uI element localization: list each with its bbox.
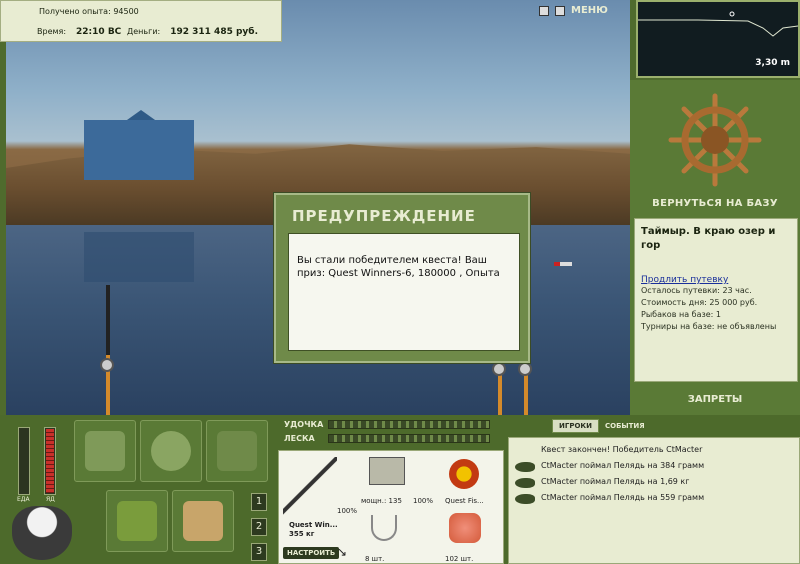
time-label: Время:	[37, 27, 67, 36]
house	[84, 120, 194, 180]
time-display: Время: 22:10 ВС	[37, 27, 121, 37]
player-info: Получено опыта: 94500 Время: 22:10 ВС Ден…	[0, 0, 282, 42]
bait-count: 102 шт.	[445, 555, 474, 563]
tools-icon	[217, 431, 257, 471]
reel-power: мощн.: 135	[361, 497, 402, 505]
hook-count: 8 шт.	[365, 555, 385, 563]
dialog-title: ПРЕДУПРЕЖДЕНИЕ	[292, 207, 476, 225]
page-2-button[interactable]: 2	[251, 518, 267, 536]
rod-name: Quest Win...	[289, 521, 338, 529]
inventory-basket-slot[interactable]	[106, 490, 168, 552]
depth-map: 3,30 m	[636, 0, 800, 78]
rod-weight: 355 кг	[289, 530, 315, 538]
fish-icon	[515, 494, 535, 504]
money-display: Деньги: 192 311 485 руб.	[127, 27, 258, 37]
poison-label: ЯД	[46, 496, 55, 503]
depth-value: 3,30 m	[755, 58, 790, 68]
base-info: Таймыр. В краю озер и гор Продлить путев…	[634, 218, 798, 382]
reel-icon[interactable]	[369, 457, 405, 485]
anglers-count: Рыбаков на базе: 1	[641, 310, 721, 319]
page-3-button[interactable]: 3	[251, 543, 267, 561]
bag-icon	[85, 431, 125, 471]
food-meter	[18, 427, 30, 495]
wooden-bucket-icon	[183, 501, 223, 541]
fishing-line-icon[interactable]	[449, 459, 479, 489]
float-icon[interactable]	[554, 262, 572, 266]
inventory-tools-slot[interactable]	[206, 420, 268, 482]
dialog-message: Вы стали победителем квеста! Ваш приз: Q…	[288, 233, 520, 351]
inventory-bucket-slot[interactable]	[172, 490, 234, 552]
line-label: ЛЕСКА	[284, 434, 315, 443]
reel-right	[518, 362, 532, 376]
setup-button[interactable]: НАСТРОИТЬ	[283, 547, 340, 559]
page-1-button[interactable]: 1	[251, 493, 267, 511]
trip-remaining: Осталось путевки: 23 час.	[641, 286, 752, 295]
xp-text: Получено опыта: 94500	[39, 7, 139, 16]
base-title: Таймыр. В краю озер и гор	[641, 226, 776, 251]
event-item: CtMacter поймал Пелядь на 384 грамм	[541, 461, 705, 470]
rod-icon[interactable]	[283, 457, 337, 517]
bait-icon[interactable]	[449, 513, 481, 543]
line-tension-bar	[328, 434, 490, 443]
money-label: Деньги:	[127, 27, 161, 36]
fish-icon	[515, 478, 535, 488]
event-item: CtMacter поймал Пелядь на 1,69 кг	[541, 477, 690, 486]
reel-middle	[492, 362, 506, 376]
tournaments: Турниры на базе: не объявлены	[641, 322, 777, 331]
events-log: Квест закончен! Победитель CtMacter CtMa…	[508, 437, 800, 564]
day-cost: Стоимость дня: 25 000 руб.	[641, 298, 758, 307]
fish-icon	[515, 462, 535, 472]
bans-button[interactable]: ЗАПРЕТЫ	[630, 394, 800, 405]
food-label: ЕДА	[17, 496, 30, 503]
line-name: Quest Fis...	[445, 497, 484, 505]
house-reflection	[84, 232, 194, 282]
warning-dialog[interactable]: ПРЕДУПРЕЖДЕНИЕ Вы стали победителем квес…	[274, 193, 530, 363]
extend-trip-link[interactable]: Продлить путевку	[641, 275, 791, 285]
pause-icon[interactable]	[539, 5, 549, 16]
inventory-sack-slot[interactable]	[140, 420, 202, 482]
money-value: 192 311 485 руб.	[170, 27, 258, 37]
resize-arrow-icon[interactable]: ↘	[337, 545, 347, 559]
vegetable-basket-icon	[117, 501, 157, 541]
cauldron-icon[interactable]	[12, 506, 72, 560]
event-tabs: ИГРОКИ СОБЫТИЯ	[552, 419, 652, 433]
top-controls: МЕНЮ	[539, 5, 623, 21]
event-item: Квест закончен! Победитель CtMacter	[541, 445, 703, 454]
rod-percent: 100%	[337, 507, 358, 515]
reel-left	[100, 358, 114, 372]
rod-status: УДОЧКА ЛЕСКА	[278, 418, 504, 448]
return-to-base-button[interactable]: ВЕРНУТЬСЯ НА БАЗУ	[630, 198, 800, 209]
reel-percent: 100%	[413, 497, 434, 505]
rod-tension-bar	[328, 420, 490, 429]
rod-label: УДОЧКА	[284, 420, 324, 429]
event-item: CtMacter поймал Пелядь на 559 грамм	[541, 493, 705, 502]
time-value: 22:10 ВС	[76, 27, 122, 37]
tab-players[interactable]: ИГРОКИ	[552, 419, 599, 433]
hook-icon[interactable]	[371, 515, 397, 541]
ship-wheel-icon[interactable]	[667, 92, 763, 188]
tab-events[interactable]: СОБЫТИЯ	[599, 420, 651, 432]
menu-button[interactable]: МЕНЮ	[571, 5, 608, 16]
sound-icon[interactable]	[555, 5, 565, 16]
fishing-rod-left-tip	[106, 285, 110, 355]
poison-meter	[44, 427, 56, 495]
gear-panel: Quest Win... 355 кг 100% НАСТРОИТЬ ↘ мощ…	[278, 450, 504, 564]
sack-icon	[151, 431, 191, 471]
inventory-bag-slot[interactable]	[74, 420, 136, 482]
